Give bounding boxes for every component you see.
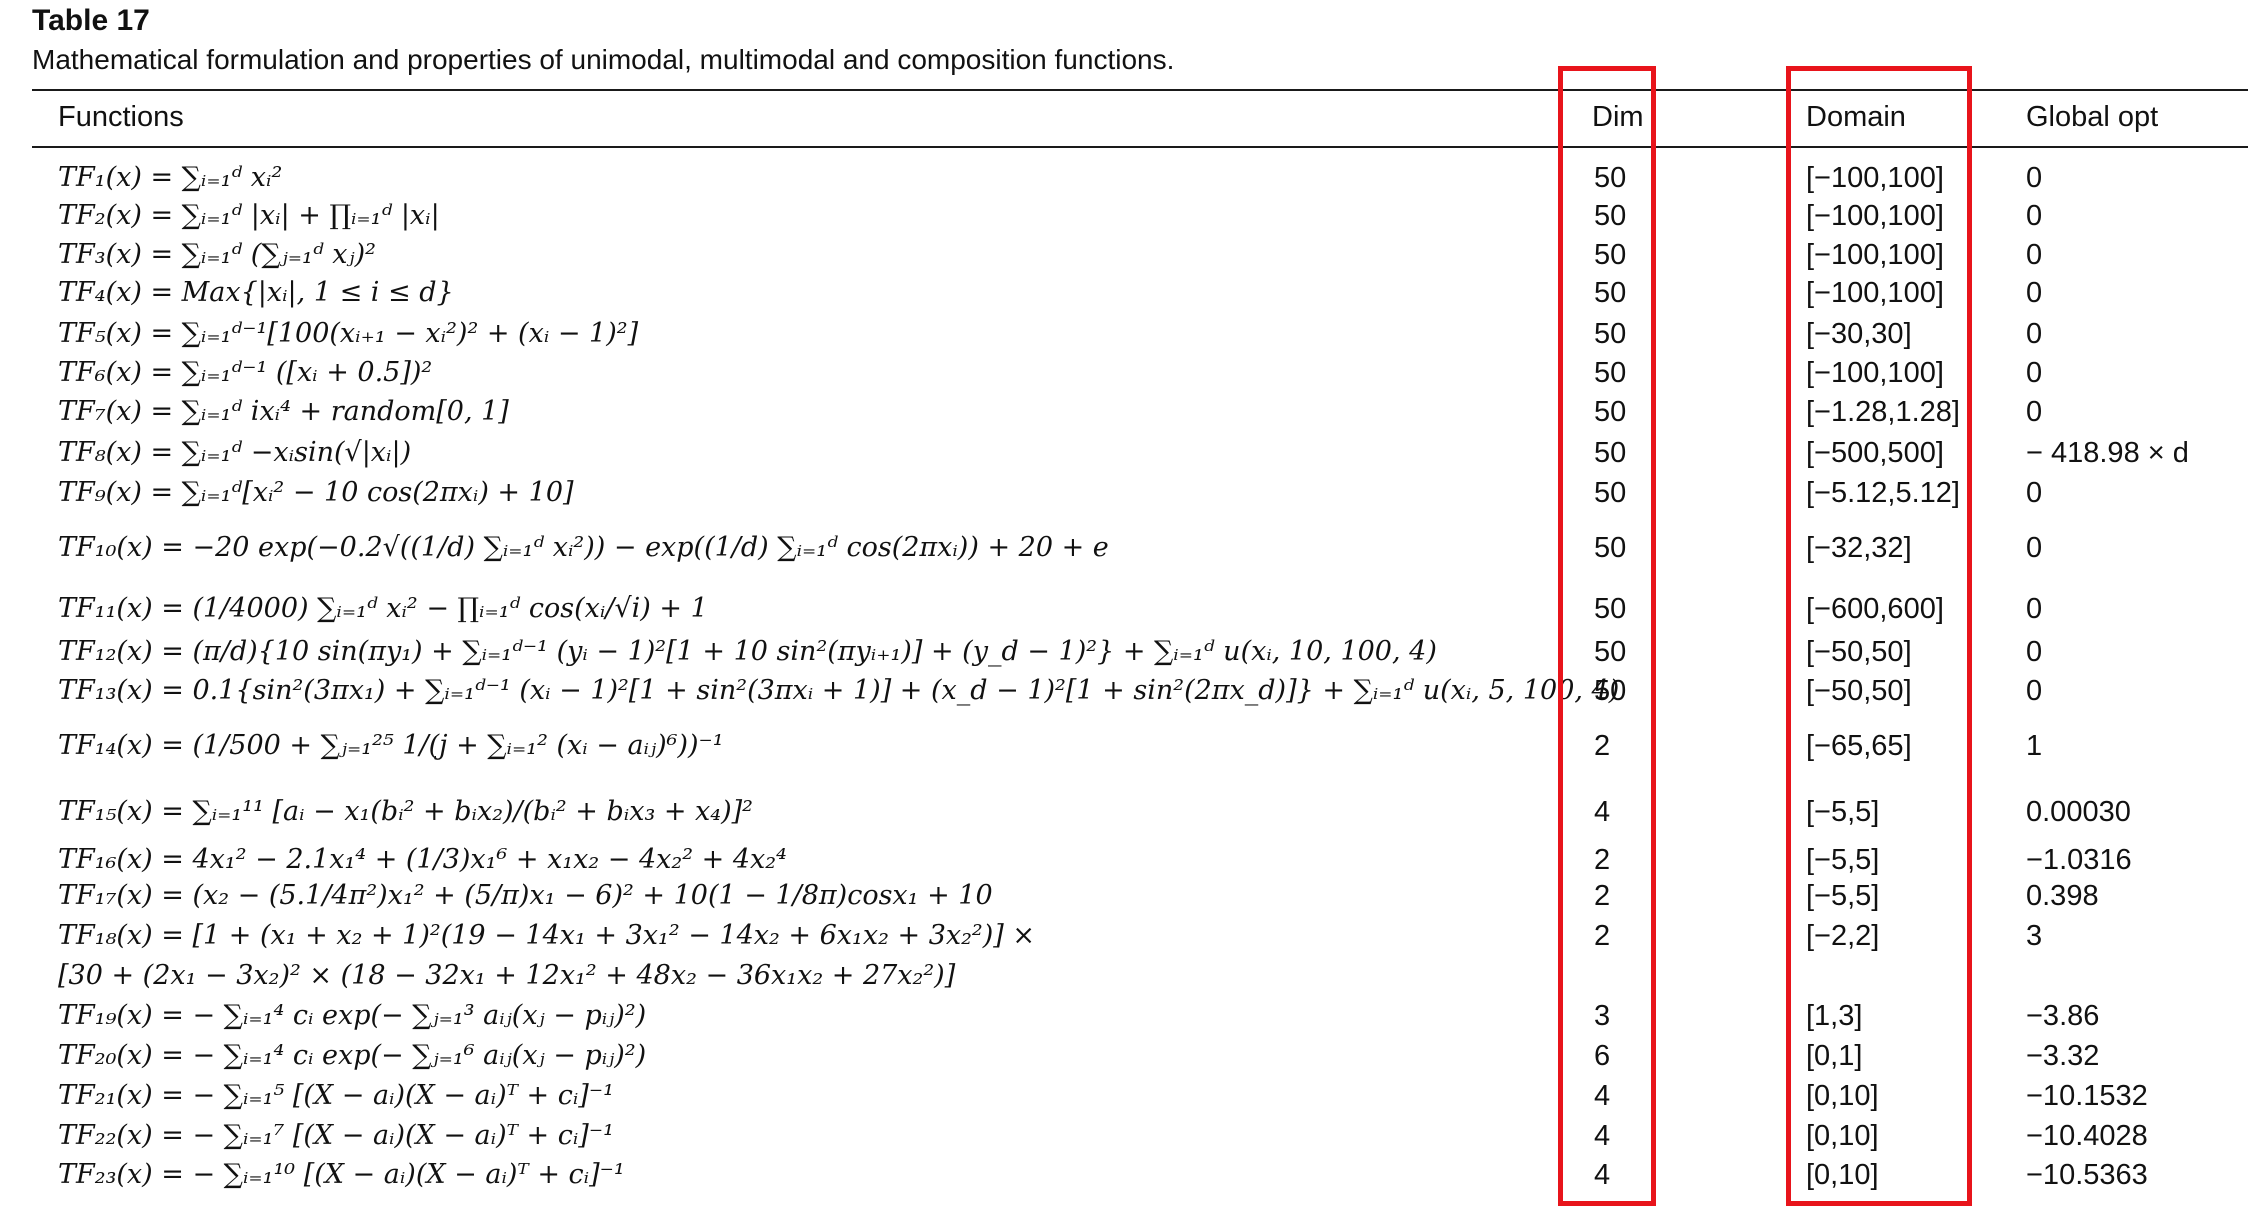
global-opt-value: 0 bbox=[2026, 636, 2043, 668]
function-formula: TF₉(x) = ∑ᵢ₌₁ᵈ[xᵢ² − 10 cos(2πxᵢ) + 10] bbox=[58, 477, 574, 508]
global-opt-value: 3 bbox=[2026, 920, 2043, 952]
function-formula: TF₁₆(x) = 4x₁² − 2.1x₁⁴ + (1/3)x₁⁶ + x₁x… bbox=[58, 844, 787, 875]
function-formula: TF₂₂(x) = − ∑ᵢ₌₁⁷ [(X − aᵢ)(X − aᵢ)ᵀ + c… bbox=[58, 1120, 614, 1151]
function-formula: TF₂₃(x) = − ∑ᵢ₌₁¹⁰ [(X − aᵢ)(X − aᵢ)ᵀ + … bbox=[58, 1159, 625, 1190]
function-formula: TF₁₉(x) = − ∑ᵢ₌₁⁴ cᵢ exp(− ∑ⱼ₌₁³ aᵢⱼ(xⱼ … bbox=[58, 1000, 647, 1031]
global-opt-value: 1 bbox=[2026, 730, 2043, 762]
global-opt-value: −10.4028 bbox=[2026, 1120, 2148, 1152]
global-opt-value: 0 bbox=[2026, 239, 2043, 271]
function-formula: TF₁₃(x) = 0.1{sin²(3πx₁) + ∑ᵢ₌₁ᵈ⁻¹ (xᵢ −… bbox=[58, 675, 1620, 706]
global-opt-value: 0 bbox=[2026, 675, 2043, 707]
global-opt-value: 0 bbox=[2026, 532, 2043, 564]
global-opt-value: 0 bbox=[2026, 357, 2043, 389]
global-opt-value: −10.1532 bbox=[2026, 1080, 2148, 1112]
function-formula: TF₁₅(x) = ∑ᵢ₌₁¹¹ [aᵢ − x₁(bᵢ² + bᵢx₂)/(b… bbox=[58, 796, 753, 827]
function-formula: TF₂(x) = ∑ᵢ₌₁ᵈ |xᵢ| + ∏ᵢ₌₁ᵈ |xᵢ| bbox=[58, 200, 440, 231]
global-opt-value: 0 bbox=[2026, 396, 2043, 428]
function-formula: TF₅(x) = ∑ᵢ₌₁ᵈ⁻¹[100(xᵢ₊₁ − xᵢ²)² + (xᵢ … bbox=[58, 318, 639, 349]
dim-highlight-box bbox=[1558, 66, 1656, 1206]
global-opt-value: − 418.98 × d bbox=[2026, 437, 2189, 469]
function-formula: TF₁₇(x) = (x₂ − (5.1/4π²)x₁² + (5/π)x₁ −… bbox=[58, 880, 993, 911]
global-opt-value: 0.398 bbox=[2026, 880, 2099, 912]
global-opt-value: 0.00030 bbox=[2026, 796, 2131, 828]
function-formula: TF₁₁(x) = (1/4000) ∑ᵢ₌₁ᵈ xᵢ² − ∏ᵢ₌₁ᵈ cos… bbox=[58, 593, 708, 624]
domain-highlight-box bbox=[1786, 66, 1972, 1206]
function-formula: [30 + (2x₁ − 3x₂)² × (18 − 32x₁ + 12x₁² … bbox=[58, 960, 956, 991]
function-formula: TF₇(x) = ∑ᵢ₌₁ᵈ ixᵢ⁴ + random[0, 1] bbox=[58, 396, 509, 427]
function-formula: TF₁₀(x) = −20 exp(−0.2√((1/d) ∑ᵢ₌₁ᵈ xᵢ²)… bbox=[58, 532, 1109, 563]
function-formula: TF₄(x) = Max{|xᵢ|, 1 ≤ i ≤ d} bbox=[58, 277, 454, 308]
global-opt-value: 0 bbox=[2026, 277, 2043, 309]
function-formula: TF₁₂(x) = (π/d){10 sin(πy₁) + ∑ᵢ₌₁ᵈ⁻¹ (y… bbox=[58, 636, 1437, 667]
global-opt-value: −3.32 bbox=[2026, 1040, 2100, 1072]
function-formula: TF₁₈(x) = [1 + (x₁ + x₂ + 1)²(19 − 14x₁ … bbox=[58, 920, 1036, 951]
global-opt-value: −1.0316 bbox=[2026, 844, 2132, 876]
function-formula: TF₆(x) = ∑ᵢ₌₁ᵈ⁻¹ ([xᵢ + 0.5])² bbox=[58, 357, 433, 388]
function-formula: TF₁₄(x) = (1/500 + ∑ⱼ₌₁²⁵ 1/(j + ∑ᵢ₌₁² (… bbox=[58, 730, 724, 761]
function-formula: TF₃(x) = ∑ᵢ₌₁ᵈ (∑ⱼ₌₁ᵈ xⱼ)² bbox=[58, 239, 376, 270]
function-formula: TF₂₀(x) = − ∑ᵢ₌₁⁴ cᵢ exp(− ∑ⱼ₌₁⁶ aᵢⱼ(xⱼ … bbox=[58, 1040, 647, 1071]
global-opt-value: 0 bbox=[2026, 162, 2043, 194]
global-opt-value: 0 bbox=[2026, 318, 2043, 350]
function-formula: TF₂₁(x) = − ∑ᵢ₌₁⁵ [(X − aᵢ)(X − aᵢ)ᵀ + c… bbox=[58, 1080, 614, 1111]
global-opt-value: 0 bbox=[2026, 593, 2043, 625]
global-opt-value: 0 bbox=[2026, 200, 2043, 232]
global-opt-value: 0 bbox=[2026, 477, 2043, 509]
global-opt-value: −3.86 bbox=[2026, 1000, 2100, 1032]
function-formula: TF₈(x) = ∑ᵢ₌₁ᵈ −xᵢsin(√|xᵢ|) bbox=[58, 437, 412, 468]
global-opt-value: −10.5363 bbox=[2026, 1159, 2148, 1191]
function-formula: TF₁(x) = ∑ᵢ₌₁ᵈ xᵢ² bbox=[58, 162, 283, 193]
